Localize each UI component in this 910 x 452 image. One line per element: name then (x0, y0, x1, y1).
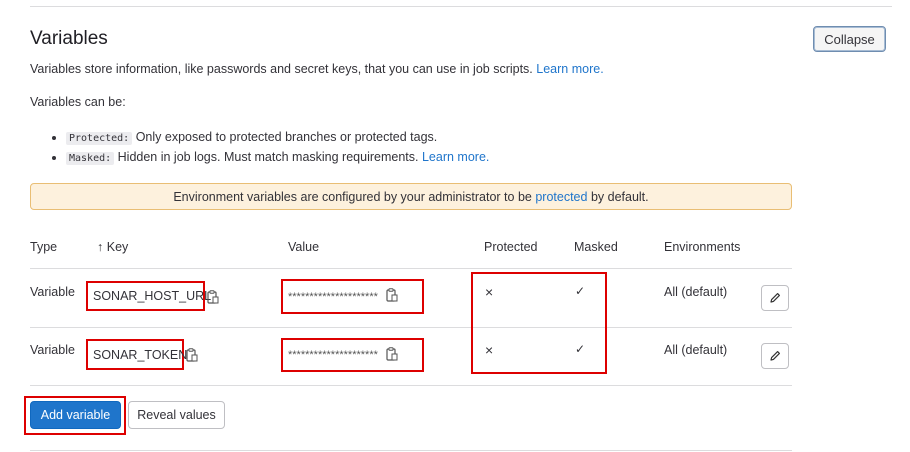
bottom-divider (30, 450, 792, 451)
row-divider (30, 385, 792, 386)
masked-description: Hidden in job logs. Must match masking r… (117, 150, 419, 164)
column-header-type: Type (30, 240, 58, 254)
alert-text-before: Environment variables are configured by … (173, 189, 532, 204)
edit-variable-button[interactable] (761, 285, 789, 311)
description-text: Variables store information, like passwo… (30, 62, 533, 76)
alert-text-after: by default. (590, 189, 649, 204)
row-1-type: Variable (30, 285, 75, 299)
row-divider (30, 327, 792, 328)
variable-types-list: Protected: Only exposed to protected bra… (48, 127, 489, 167)
row-2-key: SONAR_TOKEN (86, 339, 187, 370)
protected-tag: Protected: (66, 132, 133, 145)
row-2-environments: All (default) (664, 343, 728, 357)
collapse-button[interactable]: Collapse (813, 26, 886, 52)
row-divider (30, 268, 792, 269)
top-divider (30, 6, 892, 7)
pencil-icon (770, 293, 780, 303)
reveal-values-button[interactable]: Reveal values (128, 401, 225, 429)
clipboard-icon (386, 288, 398, 302)
row-1-value-box: ********************* (281, 279, 424, 314)
protected-masked-highlight (471, 272, 607, 374)
copy-value-button[interactable] (386, 288, 398, 305)
edit-variable-button[interactable] (761, 343, 789, 369)
sort-arrow-icon: ↑ (97, 240, 104, 254)
row-1-key: SONAR_HOST_URL (86, 281, 211, 311)
copy-value-button[interactable] (386, 346, 398, 364)
variables-can-be-text: Variables can be: (30, 95, 126, 109)
row-2-type: Variable (30, 343, 75, 357)
row-1-environments: All (default) (664, 285, 728, 299)
add-variable-button[interactable]: Add variable (30, 401, 121, 429)
column-header-masked: Masked (574, 240, 618, 254)
alert-protected-link[interactable]: protected (535, 190, 587, 204)
column-header-key[interactable]: ↑ Key (97, 240, 128, 254)
row-1-value: ********************* (288, 290, 378, 303)
masked-tag: Masked: (66, 152, 115, 165)
section-title: Variables (30, 28, 108, 49)
pencil-icon (770, 351, 780, 361)
masking-learn-more-link[interactable]: Learn more. (422, 150, 489, 164)
list-item-protected: Protected: Only exposed to protected bra… (66, 127, 489, 147)
column-header-protected: Protected (484, 240, 538, 254)
copy-key-button[interactable] (186, 348, 198, 367)
protected-default-alert: Environment variables are configured by … (30, 183, 792, 210)
column-header-value: Value (288, 240, 320, 254)
column-header-key-label: Key (106, 240, 129, 254)
protected-description: Only exposed to protected branches or pr… (135, 130, 438, 144)
list-item-masked: Masked: Hidden in job logs. Must match m… (66, 147, 489, 167)
learn-more-link[interactable]: Learn more. (536, 62, 603, 76)
column-header-environments: Environments (664, 240, 741, 254)
section-description: Variables store information, like passwo… (30, 62, 604, 76)
clipboard-icon (186, 348, 198, 362)
row-2-value-box: ********************* (281, 338, 424, 372)
clipboard-icon (207, 290, 219, 304)
copy-key-button[interactable] (207, 290, 219, 309)
clipboard-icon (386, 346, 398, 361)
row-2-value: ********************* (288, 349, 378, 361)
